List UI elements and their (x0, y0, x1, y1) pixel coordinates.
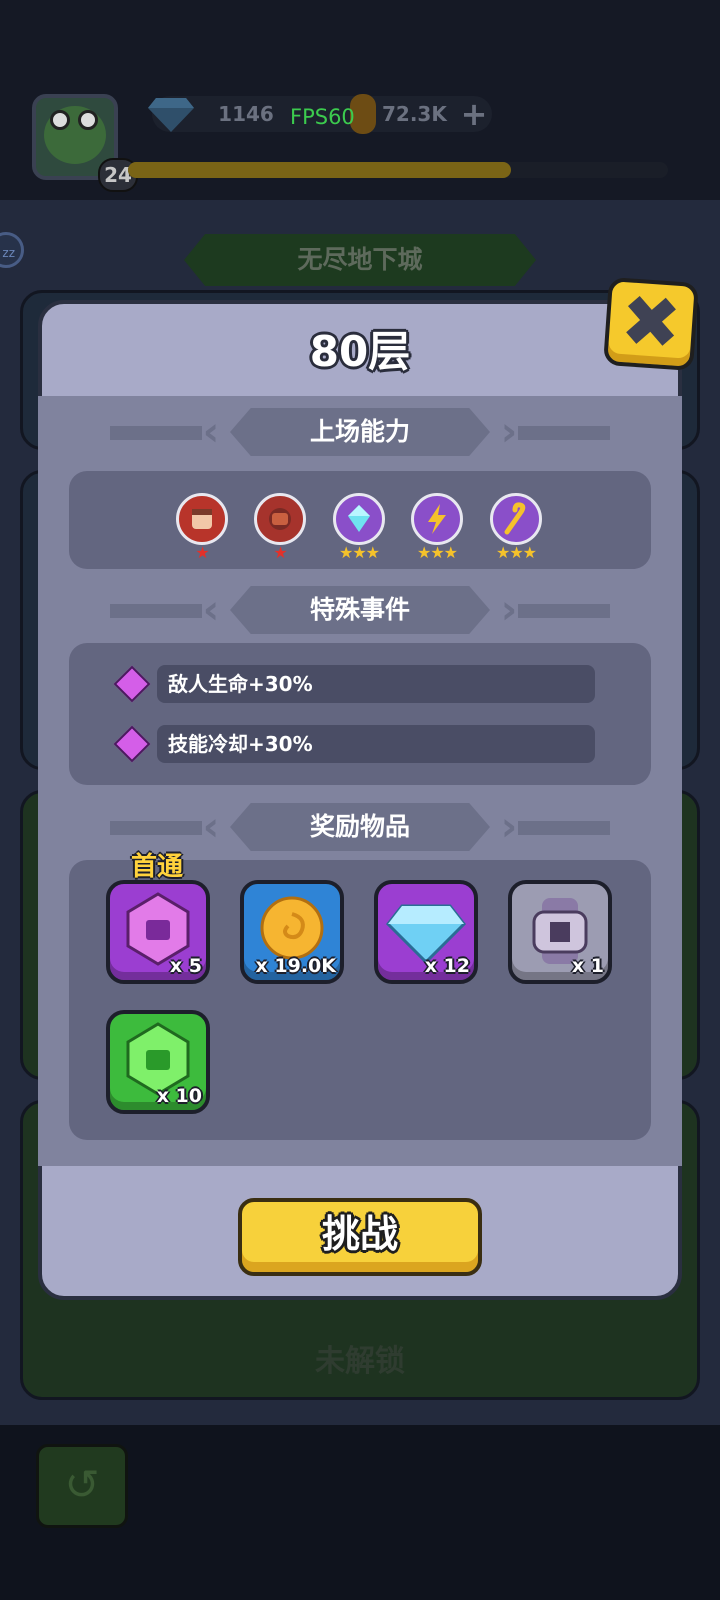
add-currency-button[interactable]: + (458, 96, 490, 132)
header-wing (110, 604, 202, 618)
header-ornament-icon: ‹ (202, 409, 220, 455)
reward-count: x 10 (156, 1085, 202, 1107)
events-section-header: ‹ › 特殊事件 (110, 586, 610, 634)
first-clear-tag: 首通 (130, 852, 183, 882)
header-wing (518, 426, 610, 440)
events-title: 特殊事件 (309, 595, 410, 624)
ice-shield-icon[interactable] (333, 493, 385, 545)
reward-count: x 19.0K (255, 955, 336, 977)
header-wing (110, 426, 202, 440)
ability-stars: ★ (273, 543, 287, 562)
header-ornament-icon: › (500, 804, 518, 850)
header-wing (518, 604, 610, 618)
event-text: 敌人生命+30% (168, 672, 313, 696)
header-ornament-icon: ‹ (202, 587, 220, 633)
avatar-eye (50, 110, 70, 130)
header-ornament-icon: › (500, 409, 518, 455)
locked-label: 未解锁 (315, 1344, 405, 1379)
reward-count: x 5 (169, 955, 202, 977)
ability-stars: ★★★ (495, 543, 537, 562)
lightning-icon[interactable] (411, 493, 463, 545)
rewards-title: 奖励物品 (309, 812, 410, 841)
ability-stars: ★★★ (416, 543, 458, 562)
header-wing (110, 821, 202, 835)
ability-stars: ★ (195, 543, 209, 562)
back-button[interactable]: ↺ (36, 1444, 128, 1528)
dialog-title: 80层 (309, 327, 411, 376)
rewards-section-header: ‹ › 奖励物品 (110, 803, 610, 851)
fist-icon[interactable] (254, 493, 306, 545)
challenge-button-label[interactable]: 挑战 (238, 1198, 482, 1270)
close-icon[interactable]: ✖ (603, 277, 699, 367)
avatar-eye (78, 110, 98, 130)
fist-crest-icon[interactable] (176, 493, 228, 545)
dungeon-title: 无尽地下城 (297, 245, 423, 274)
ability-stars: ★★★ (338, 543, 380, 562)
reward-count: x 12 (424, 955, 470, 977)
gem-count: 1146 (218, 102, 274, 126)
diamond-icon (148, 98, 194, 132)
header-ornament-icon: ‹ (202, 804, 220, 850)
coin-count: 72.3K (382, 102, 447, 126)
reward-count: x 1 (571, 955, 604, 977)
cane-icon[interactable] (490, 493, 542, 545)
fps-counter: FPS60 (290, 105, 355, 129)
xp-bar-fill (128, 162, 511, 178)
header-wing (518, 821, 610, 835)
abilities-section-header: ‹ › 上场能力 (110, 408, 610, 456)
abilities-title: 上场能力 (309, 417, 410, 446)
header-ornament-icon: › (500, 587, 518, 633)
event-text: 技能冷却+30% (168, 732, 313, 756)
